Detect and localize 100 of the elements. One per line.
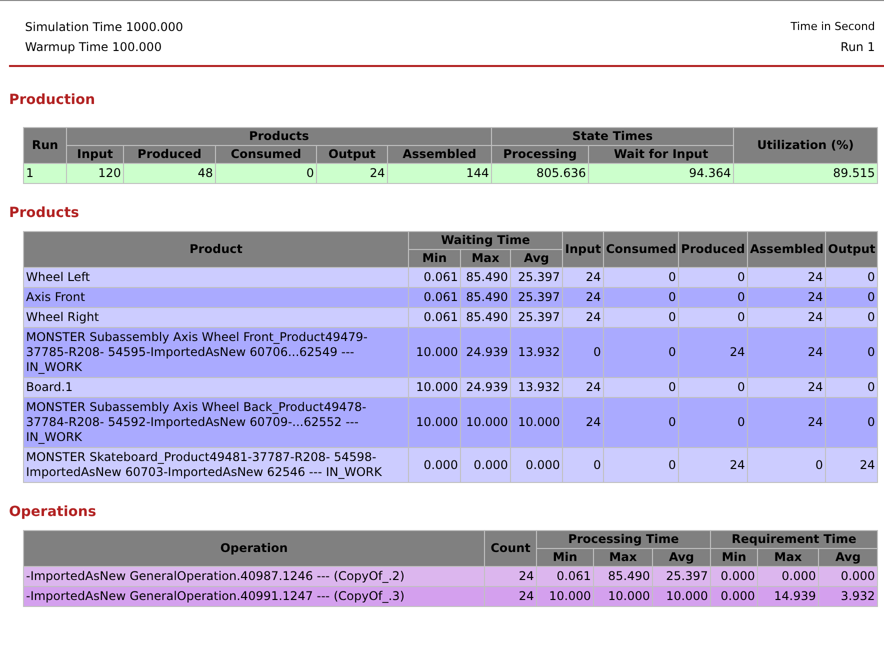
column-header: Avg xyxy=(818,548,878,566)
table-cell: 24 xyxy=(484,586,536,606)
table-cell: 0 xyxy=(826,288,878,308)
table-cell: 0.061 xyxy=(408,288,460,308)
section-heading: Products xyxy=(8,204,80,222)
table-cell: 24 xyxy=(562,288,604,308)
table-cell: 0 xyxy=(826,268,878,288)
table-cell: Board.1 xyxy=(24,378,408,398)
column-header: Utilization (%) xyxy=(734,128,878,164)
column-header: Max xyxy=(460,250,510,268)
column-header: Requirement Time xyxy=(710,530,878,548)
table-cell: 85.490 xyxy=(460,268,510,288)
column-header: Produced xyxy=(678,232,748,268)
table-cell: 0.000 xyxy=(710,586,758,606)
table-cell: 24 xyxy=(748,398,826,448)
table-cell: 0.000 xyxy=(818,566,878,586)
column-header: Min xyxy=(408,250,460,268)
column-header: Input xyxy=(66,146,124,164)
table-cell: 0 xyxy=(678,308,748,328)
table-cell: MONSTER Subassembly Axis Wheel Back_Product49478-37784-R208- 54592-ImportedAsNew 60709-...62552 --- IN_WORK xyxy=(24,398,408,448)
table-cell: 24 xyxy=(316,164,388,184)
table-cell: 10.000 xyxy=(460,398,510,448)
column-header: Waiting Time xyxy=(408,232,562,250)
table-cell: MONSTER Subassembly Axis Wheel Front_Product49479-37785-R208- 54595-ImportedAsNew 60706...62549 --- IN_WORK xyxy=(24,328,408,378)
column-header: Products xyxy=(66,128,492,146)
table-cell: 24.939 xyxy=(460,328,510,378)
table-cell: 0 xyxy=(748,448,826,482)
table-cell: 144 xyxy=(388,164,492,184)
column-header: Operation xyxy=(24,530,484,566)
column-header: Wait for Input xyxy=(588,146,734,164)
table-cell: 25.397 xyxy=(510,268,562,288)
table-cell: 24 xyxy=(748,328,826,378)
column-header: Produced xyxy=(124,146,216,164)
column-header: Min xyxy=(710,548,758,566)
table-cell: 0.000 xyxy=(460,448,510,482)
column-header: Max xyxy=(594,548,652,566)
table-cell: 24 xyxy=(748,268,826,288)
section-heading: Operations xyxy=(8,503,98,521)
table-cell: Axis Front xyxy=(24,288,408,308)
column-header: Output xyxy=(316,146,388,164)
table-cell: 0 xyxy=(678,378,748,398)
table-cell: 13.932 xyxy=(510,328,562,378)
column-header: Max xyxy=(758,548,819,566)
table-cell: 0 xyxy=(826,328,878,378)
table-cell: 0 xyxy=(678,268,748,288)
table-cell: 10.000 xyxy=(408,328,460,378)
table-cell: 10.000 xyxy=(408,398,460,448)
table-cell: 24 xyxy=(562,268,604,288)
table-cell: 0.000 xyxy=(408,448,460,482)
column-header: Product xyxy=(24,232,408,268)
column-header: Processing Time xyxy=(536,530,711,548)
table-cell: -ImportedAsNew GeneralOperation.40987.1246 --- (CopyOf_.2) xyxy=(24,566,484,586)
table-cell: 24 xyxy=(748,308,826,328)
table-cell: 0 xyxy=(604,328,678,378)
table-cell: 0 xyxy=(562,328,604,378)
table-cell: 25.397 xyxy=(510,288,562,308)
table-cell: 3.932 xyxy=(818,586,878,606)
column-header: Min xyxy=(536,548,594,566)
table-cell: 24 xyxy=(678,328,748,378)
table-cell: 0.061 xyxy=(408,308,460,328)
column-header: Output xyxy=(826,232,878,268)
warmup-time-label: Warmup Time 100.000 xyxy=(25,39,162,56)
table-cell: 25.397 xyxy=(652,566,711,586)
table-cell: 24 xyxy=(562,308,604,328)
table-cell: 85.490 xyxy=(460,308,510,328)
table-cell: 0 xyxy=(216,164,316,184)
time-unit-label: Time in Second xyxy=(790,19,875,35)
table-cell: 10.000 xyxy=(594,586,652,606)
table-cell: 24 xyxy=(562,378,604,398)
column-header: Run xyxy=(24,128,66,164)
column-header: Consumed xyxy=(604,232,678,268)
table-cell: 0 xyxy=(826,308,878,328)
table-cell: 0.061 xyxy=(536,566,594,586)
table-cell: 0.000 xyxy=(758,566,819,586)
table-cell: 85.490 xyxy=(460,288,510,308)
table-cell: 85.490 xyxy=(594,566,652,586)
table-cell: 0 xyxy=(604,268,678,288)
table-cell: 0 xyxy=(826,378,878,398)
table-cell: 0 xyxy=(678,398,748,448)
table-cell: 13.932 xyxy=(510,378,562,398)
column-header: Assembled xyxy=(388,146,492,164)
section-heading: Production xyxy=(8,91,96,109)
table-cell: Wheel Right xyxy=(24,308,408,328)
table-cell: 94.364 xyxy=(588,164,734,184)
column-header: Avg xyxy=(652,548,711,566)
table-cell: 24 xyxy=(484,566,536,586)
table-cell: 24 xyxy=(826,448,878,482)
table-cell: 24 xyxy=(562,398,604,448)
run-label: Run 1 xyxy=(840,39,875,56)
column-header: Count xyxy=(484,530,536,566)
table-cell: 24 xyxy=(748,288,826,308)
table-cell: 24.939 xyxy=(460,378,510,398)
table-cell: MONSTER Skateboard_Product49481-37787-R208- 54598-ImportedAsNew 60703-ImportedAsNew 62546 --- IN_WORK xyxy=(24,448,408,482)
table-cell: 805.636 xyxy=(492,164,589,184)
table-cell: 10.000 xyxy=(536,586,594,606)
table-cell: 0 xyxy=(604,288,678,308)
table-cell: 0.000 xyxy=(510,448,562,482)
table-cell: 1 xyxy=(24,164,66,184)
column-header: Input xyxy=(562,232,604,268)
table-cell: 0 xyxy=(604,448,678,482)
